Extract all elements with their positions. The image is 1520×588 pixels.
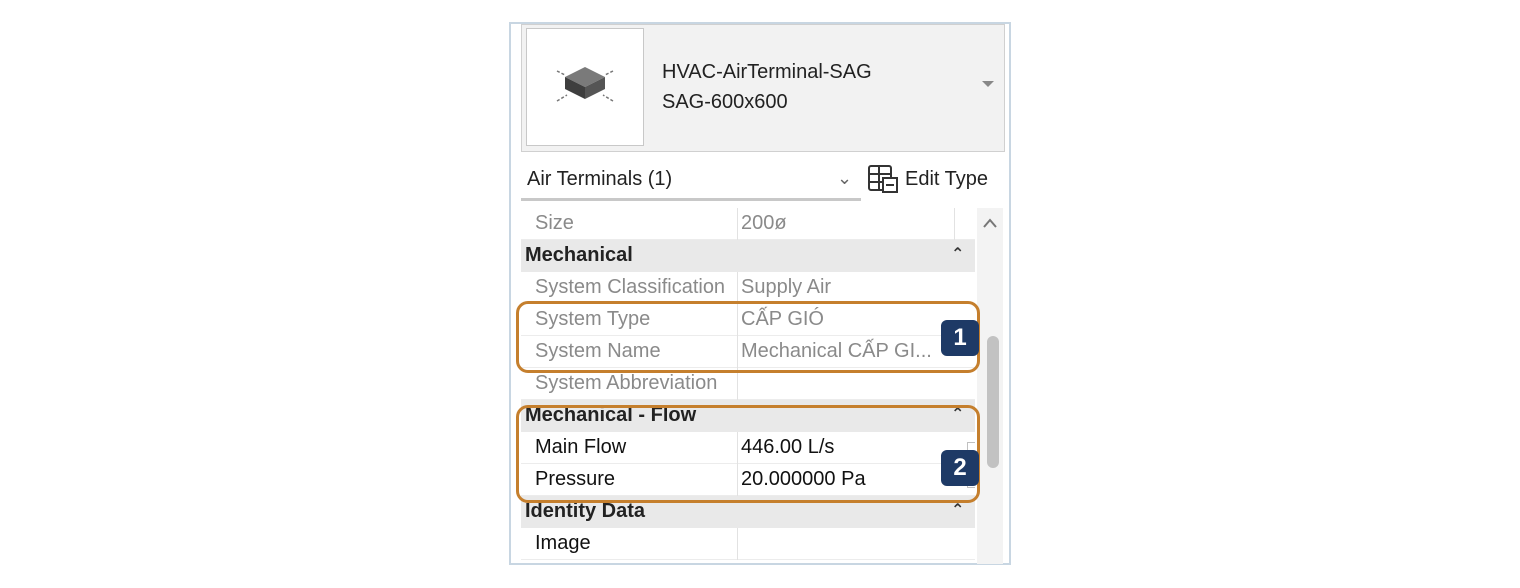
collapse-icon[interactable]: ⌃ xyxy=(951,500,964,520)
callout-badge-1: 1 xyxy=(941,320,979,356)
edit-type-icon xyxy=(868,165,898,193)
edit-type-label: Edit Type xyxy=(905,167,989,190)
collapse-icon[interactable]: ⌃ xyxy=(951,244,964,264)
property-row-size[interactable]: Size 200ø xyxy=(521,208,975,240)
scroll-up-icon[interactable] xyxy=(977,208,1003,238)
group-mechanical[interactable]: Mechanical ⌃ xyxy=(521,240,975,272)
chevron-down-icon[interactable]: ⌄ xyxy=(837,168,852,189)
highlight-box-1 xyxy=(516,301,980,373)
scrollbar-thumb[interactable] xyxy=(987,336,999,468)
property-row-system-classification[interactable]: System Classification Supply Air xyxy=(521,272,975,304)
filter-underline xyxy=(521,198,861,201)
type-name: SAG-600x600 xyxy=(662,91,788,113)
air-terminal-icon xyxy=(556,67,614,102)
property-name: Image xyxy=(535,532,591,554)
callout-badge-2: 2 xyxy=(941,450,979,486)
property-name: Size xyxy=(535,212,574,234)
group-title: Mechanical xyxy=(525,244,633,266)
element-filter-row: Air Terminals (1) ⌄ Edit Type xyxy=(521,158,1005,202)
property-value: 200ø xyxy=(741,212,787,234)
properties-grid: Size 200ø Mechanical ⌃ System Classifica… xyxy=(521,208,975,564)
type-preview-image xyxy=(526,28,644,146)
type-family-name: HVAC-AirTerminal-SAG xyxy=(662,61,872,83)
type-selector[interactable]: HVAC-AirTerminal-SAG SAG-600x600 xyxy=(521,24,1005,152)
edit-type-button[interactable]: Edit Type xyxy=(867,162,988,196)
vertical-scrollbar[interactable] xyxy=(977,208,1003,564)
property-name: System Classification xyxy=(535,276,726,298)
type-dropdown-arrow-icon[interactable] xyxy=(982,81,994,87)
property-value: Supply Air xyxy=(741,276,832,298)
group-title: Identity Data xyxy=(525,500,646,522)
property-row-image[interactable]: Image xyxy=(521,528,975,560)
property-name: System Abbreviation xyxy=(535,372,718,394)
highlight-box-2 xyxy=(516,405,980,503)
element-filter-label[interactable]: Air Terminals (1) xyxy=(527,168,672,191)
